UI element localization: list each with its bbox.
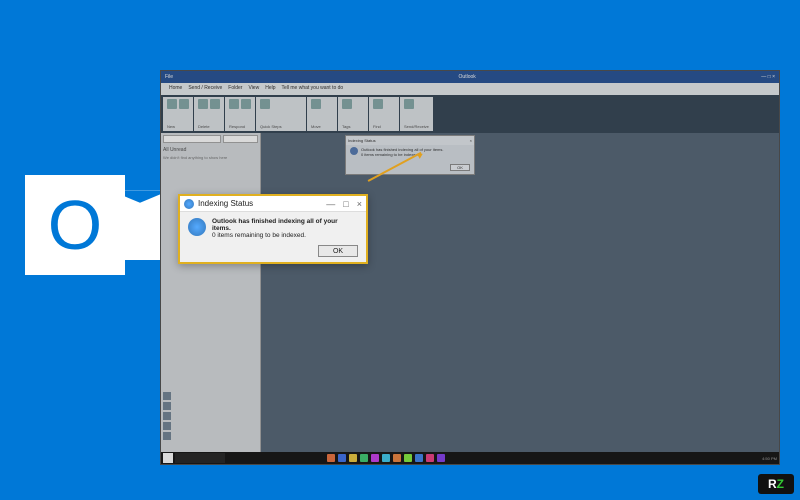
dialog-message: 0 items remaining to be indexed.: [212, 232, 358, 239]
badge-z: Z: [777, 477, 784, 491]
close-icon[interactable]: ×: [470, 138, 472, 143]
ribbon-group-move[interactable]: Move: [307, 97, 337, 131]
taskbar-app-icon[interactable]: [404, 454, 412, 462]
dialog-title-bar: Indexing Status ×: [346, 136, 474, 145]
indexing-status-dialog-large: Indexing Status — □ × Outlook has finish…: [178, 194, 368, 264]
outlook-logo-letter: O: [25, 175, 125, 275]
ribbon-group-new[interactable]: New: [163, 97, 193, 131]
people-icon[interactable]: [163, 412, 171, 420]
search-icon: [188, 218, 206, 236]
windows-taskbar: 4:50 PM: [161, 452, 779, 464]
search-icon: [350, 147, 358, 155]
ribbon-tab[interactable]: Home: [169, 85, 182, 93]
content-area: All Unread We didn't find anything to sh…: [161, 133, 779, 453]
watermark-badge: RZ: [758, 474, 794, 494]
search-input[interactable]: [163, 135, 221, 143]
dialog-title-bar: Indexing Status — □ ×: [180, 196, 366, 212]
search-scope-dropdown[interactable]: [223, 135, 258, 143]
tasks-icon[interactable]: [163, 422, 171, 430]
taskbar-app-icon[interactable]: [415, 454, 423, 462]
delete-icon[interactable]: [198, 99, 208, 109]
taskbar-app-icon[interactable]: [382, 454, 390, 462]
archive-icon[interactable]: [210, 99, 220, 109]
mail-icon[interactable]: [163, 392, 171, 400]
app-icon: [184, 199, 194, 209]
ribbon-tab[interactable]: Tell me what you want to do: [282, 85, 344, 93]
ribbon-group-delete[interactable]: Delete: [194, 97, 224, 131]
taskbar-app-icon[interactable]: [426, 454, 434, 462]
dialog-message: 0 items remaining to be indexed.: [361, 152, 444, 157]
ok-button[interactable]: OK: [450, 164, 470, 171]
more-icon[interactable]: [163, 432, 171, 440]
taskbar-app-icon[interactable]: [371, 454, 379, 462]
taskbar-app-icon[interactable]: [393, 454, 401, 462]
ribbon-tab[interactable]: Send / Receive: [188, 85, 222, 93]
ribbon-tab[interactable]: View: [248, 85, 259, 93]
taskbar-app-icon[interactable]: [338, 454, 346, 462]
dialog-title: Indexing Status: [348, 138, 376, 143]
search-icon[interactable]: [373, 99, 383, 109]
indexing-status-dialog-small: Indexing Status × Outlook has finished i…: [345, 135, 475, 175]
taskbar-search[interactable]: [175, 453, 225, 463]
title-bar-left: File: [165, 74, 173, 80]
reply-icon[interactable]: [229, 99, 239, 109]
system-tray[interactable]: 4:50 PM: [762, 456, 777, 461]
ribbon-group-tags[interactable]: Tags: [338, 97, 368, 131]
ribbon-body: New Delete Respond Quick Steps Move Tags…: [161, 95, 779, 133]
tray-time: 4:50 PM: [762, 456, 777, 461]
ribbon-tabs: Home Send / Receive Folder View Help Tel…: [161, 83, 779, 95]
dialog-title: Indexing Status: [198, 199, 253, 208]
folder-pane: All Unread We didn't find anything to sh…: [161, 133, 261, 453]
ribbon-group-quicksteps[interactable]: Quick Steps: [256, 97, 306, 131]
tag-icon[interactable]: [342, 99, 352, 109]
outlook-logo: O: [25, 175, 170, 275]
taskbar-app-icon[interactable]: [327, 454, 335, 462]
move-icon[interactable]: [311, 99, 321, 109]
maximize-icon[interactable]: □: [343, 199, 348, 209]
forward-icon[interactable]: [241, 99, 251, 109]
window-title-bar: File Outlook — □ ×: [161, 71, 779, 83]
ribbon-group-sendreceive[interactable]: Send/Receive: [400, 97, 433, 131]
calendar-icon[interactable]: [163, 402, 171, 410]
empty-message: We didn't find anything to show here: [163, 155, 258, 160]
taskbar-app-icon[interactable]: [349, 454, 357, 462]
quickstep-icon[interactable]: [260, 99, 270, 109]
taskbar-app-icon[interactable]: [437, 454, 445, 462]
badge-r: R: [768, 477, 777, 491]
ok-button[interactable]: OK: [318, 245, 358, 257]
taskbar-app-icon[interactable]: [360, 454, 368, 462]
folder-filter[interactable]: All Unread: [163, 147, 258, 153]
nav-bar: [161, 390, 173, 450]
new-mail-icon[interactable]: [167, 99, 177, 109]
reading-pane: [261, 133, 779, 453]
outlook-app-window: File Outlook — □ × Home Send / Receive F…: [160, 70, 780, 465]
title-bar-controls[interactable]: — □ ×: [761, 74, 775, 80]
title-bar-center: Outlook: [459, 74, 476, 80]
close-icon[interactable]: ×: [357, 199, 362, 209]
start-button[interactable]: [163, 453, 173, 463]
dialog-message-bold: Outlook has finished indexing all of you…: [212, 218, 358, 232]
taskbar-apps: [327, 454, 445, 462]
ribbon-tab[interactable]: Help: [265, 85, 275, 93]
minimize-icon[interactable]: —: [326, 199, 335, 209]
ribbon-group-respond[interactable]: Respond: [225, 97, 255, 131]
ribbon-group-find[interactable]: Find: [369, 97, 399, 131]
new-items-icon[interactable]: [179, 99, 189, 109]
sync-icon[interactable]: [404, 99, 414, 109]
ribbon-tab[interactable]: Folder: [228, 85, 242, 93]
